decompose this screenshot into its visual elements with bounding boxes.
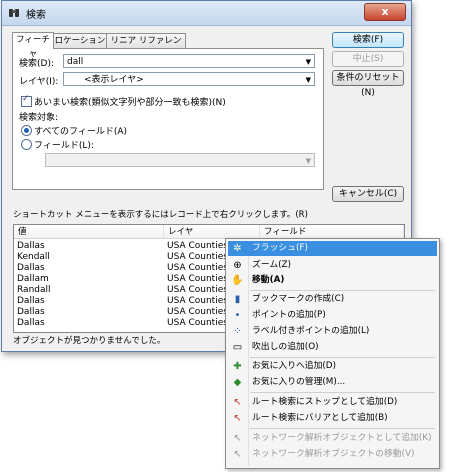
menu-item-add-favorite[interactable]: ✚ お気に入りへ追加(D)	[228, 359, 437, 374]
cell-value: Randall	[17, 285, 51, 295]
point-icon: •	[234, 310, 241, 321]
cell-value: Dallas	[17, 241, 45, 251]
cell-layer: USA Counties	[167, 296, 228, 306]
labeled-point-icon: ⁘	[233, 326, 242, 337]
cell-value: Dallas	[17, 296, 45, 306]
menu-item-label: ポイントの追加(P)	[252, 310, 326, 320]
cell-layer: USA Counties	[167, 263, 228, 273]
menu-item-label: 移動(A)	[252, 275, 285, 285]
field-radio[interactable]	[21, 139, 32, 150]
menu-separator	[250, 290, 435, 291]
cell-layer: USA Counties	[167, 285, 228, 295]
chevron-down-icon[interactable]: ▼	[306, 73, 311, 87]
field-label: フィールド(L):	[34, 141, 94, 151]
network-add-icon: ↖	[233, 433, 242, 444]
menu-item-zoom[interactable]: ⊕ ズーム(Z)	[228, 258, 437, 273]
zoom-icon: ⊕	[233, 260, 242, 271]
cell-value: Dallas	[17, 307, 45, 317]
search-input[interactable]: dall ▼	[63, 54, 315, 68]
fuzzy-label: あいまい検索(類似文字列や部分一致も検索)(N)	[34, 98, 226, 108]
menu-item-label: お気に入りへ追加(D)	[252, 361, 337, 371]
menu-item-pan[interactable]: ✋ 移動(A)	[228, 273, 437, 288]
cell-layer: USA Counties	[167, 318, 228, 328]
column-header-layer[interactable]: レイヤ	[164, 225, 260, 239]
route-barrier-icon: ↖	[233, 413, 242, 424]
chevron-down-icon: ▼	[305, 157, 311, 165]
route-stop-icon: ↖	[233, 397, 242, 408]
cell-layer: USA Counties	[167, 252, 228, 262]
window-title: 検索	[26, 10, 46, 21]
menu-item-move-network-object[interactable]: ↖ ネットワーク解析オブジェクトの移動(V)	[228, 447, 437, 462]
menu-item-add-point[interactable]: • ポイントの追加(P)	[228, 308, 437, 323]
search-target-label: 検索対象:	[19, 113, 59, 123]
title-bar[interactable]: 検索 x	[2, 1, 411, 26]
menu-item-flash[interactable]: ✲ フラッシュ(F)	[228, 241, 437, 256]
menu-item-add-labeled-point[interactable]: ⁘ ラベル付きポイントの追加(L)	[228, 324, 437, 339]
layer-select[interactable]: <表示レイヤ> ▼	[63, 72, 315, 86]
search-button[interactable]: 検索(F)	[332, 32, 404, 48]
flash-icon: ✲	[233, 243, 242, 254]
menu-item-label: ズーム(Z)	[252, 260, 292, 270]
menu-item-label: ラベル付きポイントの追加(L)	[252, 326, 370, 336]
column-header-value[interactable]: 値	[14, 225, 164, 239]
binoculars-icon	[9, 9, 19, 17]
status-text: オブジェクトが見つかりませんでした。	[13, 336, 166, 346]
cell-value: Dallam	[17, 274, 49, 284]
all-fields-radio[interactable]	[21, 125, 32, 136]
menu-item-label: ネットワーク解析オブジェクトの移動(V)	[252, 449, 415, 459]
menu-item-label: ルート検索にストップとして追加(D)	[252, 397, 398, 407]
menu-item-label: ネットワーク解析オブジェクトとして追加(K)	[252, 433, 432, 443]
stop-button[interactable]: 中止(S)	[332, 51, 404, 67]
search-value: dall	[67, 57, 84, 67]
bookmark-icon: ▮	[234, 294, 241, 305]
shortcut-hint: ショートカット メニューを表示するにはレコード上で右クリックします。(R)	[13, 210, 308, 220]
all-fields-label: すべてのフィールド(A)	[34, 127, 128, 137]
menu-item-create-bookmark[interactable]: ▮ ブックマークの作成(C)	[228, 292, 437, 307]
favorite-manage-icon: ◆	[233, 377, 242, 388]
field-select[interactable]: ▼	[45, 153, 315, 167]
network-move-icon: ↖	[233, 449, 242, 460]
menu-item-manage-favorites[interactable]: ◆ お気に入りの管理(M)...	[228, 375, 437, 390]
chevron-down-icon[interactable]: ▼	[306, 55, 311, 69]
layer-value: <表示レイヤ>	[84, 75, 144, 85]
menu-separator	[250, 392, 435, 393]
menu-item-label: ルート検索にバリアとして追加(B)	[252, 413, 388, 423]
cell-layer: USA Counties	[167, 274, 228, 284]
menu-item-label: お気に入りの管理(M)...	[252, 377, 346, 387]
context-menu: ✲ フラッシュ(F) ⊕ ズーム(Z) ✋ 移動(A) ▮ ブックマークの作成(…	[225, 238, 440, 469]
cell-value: Dallas	[17, 318, 45, 328]
menu-item-add-callout[interactable]: ▭ 吹出しの追加(O)	[228, 340, 437, 355]
menu-item-add-network-object[interactable]: ↖ ネットワーク解析オブジェクトとして追加(K)	[228, 431, 437, 446]
favorite-add-icon: ✚	[233, 361, 242, 372]
menu-item-label: 吹出しの追加(O)	[252, 342, 319, 352]
feature-panel: 検索(D): dall ▼ レイヤ(I): <表示レイヤ> ▼ あいまい検索(類…	[12, 48, 324, 190]
pan-icon: ✋	[231, 275, 244, 286]
menu-separator	[250, 428, 435, 429]
layer-label: レイヤ(I):	[19, 77, 59, 87]
column-header-field[interactable]: フィールド	[260, 225, 404, 239]
cancel-button[interactable]: キャンセル(C)	[332, 186, 404, 202]
close-button[interactable]: x	[364, 3, 406, 21]
tab-linear-reference[interactable]: リニア リファレンス	[106, 33, 186, 60]
menu-item-label: フラッシュ(F)	[252, 243, 308, 253]
cell-layer: USA Counties	[167, 307, 228, 317]
menu-separator	[250, 357, 435, 358]
menu-item-route-stop[interactable]: ↖ ルート検索にストップとして追加(D)	[228, 395, 437, 410]
tab-location[interactable]: ロケーション	[52, 33, 108, 48]
cell-layer: USA Counties	[167, 241, 228, 251]
menu-item-label: ブックマークの作成(C)	[252, 294, 345, 304]
callout-icon: ▭	[232, 342, 243, 353]
menu-item-route-barrier[interactable]: ↖ ルート検索にバリアとして追加(B)	[228, 411, 437, 426]
fuzzy-checkbox[interactable]	[21, 94, 32, 107]
tab-feature[interactable]: フィーチャ	[12, 32, 54, 59]
cell-value: Dallas	[17, 263, 45, 273]
cell-value: Kendall	[17, 252, 50, 262]
reset-button[interactable]: 条件のリセット(N)	[332, 70, 404, 98]
